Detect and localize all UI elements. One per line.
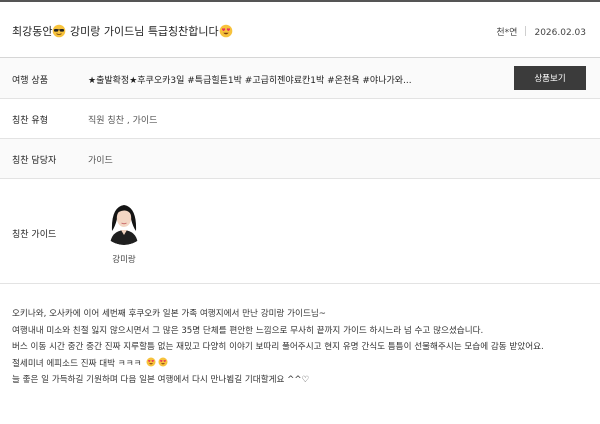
review-author: 천*연 [496,28,518,38]
sunglasses-face-emoji-icon [53,24,66,38]
guide-avatar [100,197,148,245]
praise-guide-label: 칭찬 가이드 [12,230,57,240]
praise-staff-label: 칭찬 담당자 [12,156,57,166]
view-product-button[interactable]: 상품보기 [514,66,586,90]
content-line-text: 절세미녀 에피소드 진짜 대박 ㅋㅋㅋ [12,358,142,369]
product-value: ★출발확정★후쿠오카3일 #특급힐튼1박 #고급히젠야료칸1박 #온천욕 #야나… [88,76,412,86]
review-title-text: 강미랑 가이드님 특급칭찬합니다 [69,25,219,38]
content-line: 오키나와, 오사카에 이어 세번째 후쿠오카 일본 가족 여행지에서 만난 강미… [12,309,326,319]
praise-staff-row: 칭찬 담당자 가이드 [0,139,600,179]
praise-type-label: 칭찬 유형 [12,116,48,126]
guide-card: 강미랑 [96,197,152,265]
guide-name: 강미랑 [112,255,136,265]
review-header: 최강동안 강미랑 가이드님 특급칭찬합니다 천*연 2026.02.03 [0,2,600,58]
review-meta: 천*연 2026.02.03 [496,25,586,38]
content-line-emoji: 절세미녀 에피소드 진짜 대박 ㅋㅋㅋ [12,356,592,373]
product-label: 여행 상품 [12,76,48,86]
heart-eyes-emoji-icon [158,357,168,366]
content-line: 버스 이동 시간 중간 중간 진짜 지루할틈 없는 재밌고 다양히 이야기 보따… [12,342,544,352]
product-row: 여행 상품 ★출발확정★후쿠오카3일 #특급힐튼1박 #고급히젠야료칸1박 #온… [0,58,600,99]
review-title: 최강동안 강미랑 가이드님 특급칭찬합니다 [12,23,233,39]
review-content: 오키나와, 오사카에 이어 세번째 후쿠오카 일본 가족 여행지에서 만난 강미… [12,306,592,389]
praise-guide-row: 칭찬 가이드 강미랑 [0,179,600,284]
content-line: 여행내내 미소와 친절 잃지 않으시면서 그 많은 35명 단체를 편안한 느낌… [12,325,484,336]
meta-divider [525,26,527,36]
praise-type-value: 직원 칭찬 , 가이드 [88,116,158,126]
praise-staff-value: 가이드 [88,156,113,166]
review-title-prefix: 최강동안 [12,25,53,38]
praise-type-row: 칭찬 유형 직원 칭찬 , 가이드 [0,99,600,139]
content-line: 늘 좋은 일 가득하길 기원하며 다음 일본 여행에서 다시 만나뵙길 기대할게… [12,375,310,385]
heart-eyes-emoji-icon [146,357,156,366]
heart-eyes-face-emoji-icon [219,24,232,38]
review-date: 2026.02.03 [534,28,586,38]
